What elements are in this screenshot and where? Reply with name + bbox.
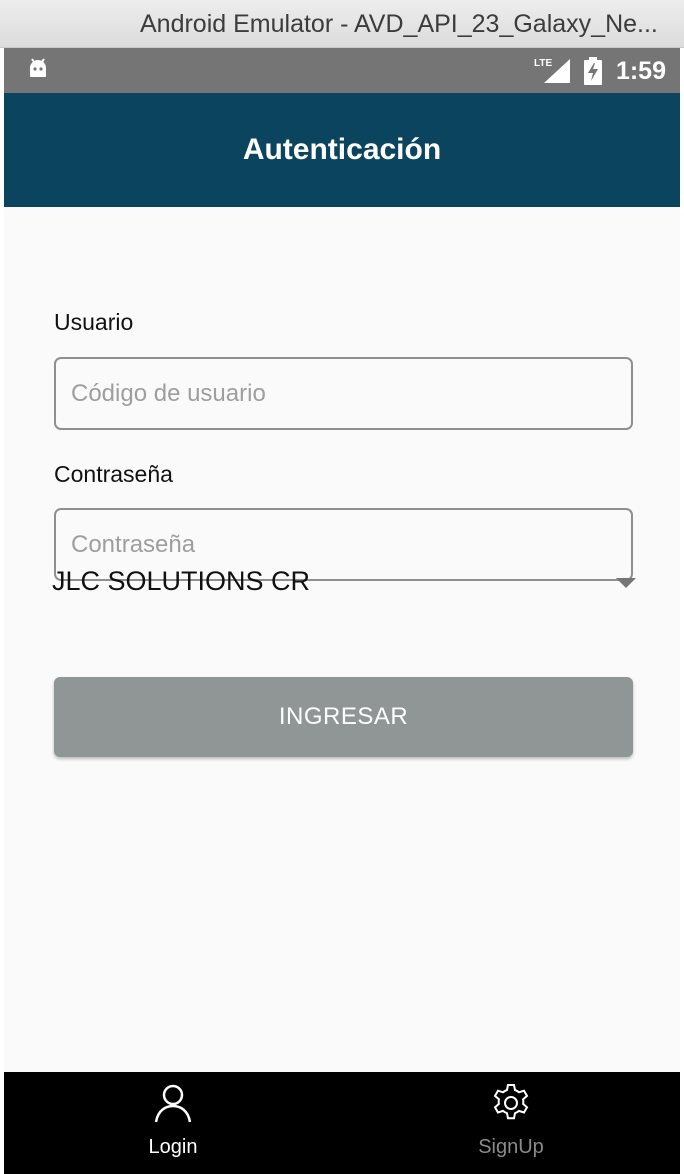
username-input[interactable] bbox=[54, 357, 633, 430]
tab-signup-label: SignUp bbox=[478, 1136, 544, 1158]
bottom-tab-bar: Login SignUp bbox=[4, 1072, 680, 1174]
emulator-window-titlebar: Android Emulator - AVD_API_23_Galaxy_Ne.… bbox=[0, 0, 684, 48]
network-type-label: LTE bbox=[534, 58, 552, 69]
password-label: Contraseña bbox=[54, 461, 173, 487]
page-title: Autenticación bbox=[242, 133, 442, 166]
battery-charging-icon bbox=[584, 57, 602, 90]
device-screen: LTE 1:59 Autenticación Usuario Contraseñ… bbox=[4, 48, 680, 1174]
username-label: Usuario bbox=[54, 309, 134, 335]
tab-login[interactable]: Login bbox=[4, 1072, 342, 1174]
status-bar: LTE 1:59 bbox=[4, 48, 680, 93]
login-form: Usuario Contraseña JLC SOLUTIONS CR INGR… bbox=[4, 207, 680, 1072]
gear-icon bbox=[490, 1082, 532, 1124]
tab-signup[interactable]: SignUp bbox=[342, 1072, 680, 1174]
company-picker-value: JLC SOLUTIONS CR bbox=[52, 566, 311, 596]
window-title: Android Emulator - AVD_API_23_Galaxy_Ne.… bbox=[140, 10, 658, 38]
login-submit-button[interactable]: INGRESAR bbox=[54, 677, 633, 757]
app-bar: Autenticación bbox=[4, 93, 680, 207]
person-icon bbox=[152, 1082, 194, 1124]
android-debug-icon bbox=[26, 57, 50, 86]
dropdown-arrow-icon bbox=[616, 578, 636, 588]
company-picker[interactable]: JLC SOLUTIONS CR bbox=[52, 552, 640, 612]
tab-login-label: Login bbox=[148, 1136, 198, 1158]
status-clock: 1:59 bbox=[615, 57, 666, 85]
lte-signal-icon: LTE bbox=[534, 56, 572, 89]
